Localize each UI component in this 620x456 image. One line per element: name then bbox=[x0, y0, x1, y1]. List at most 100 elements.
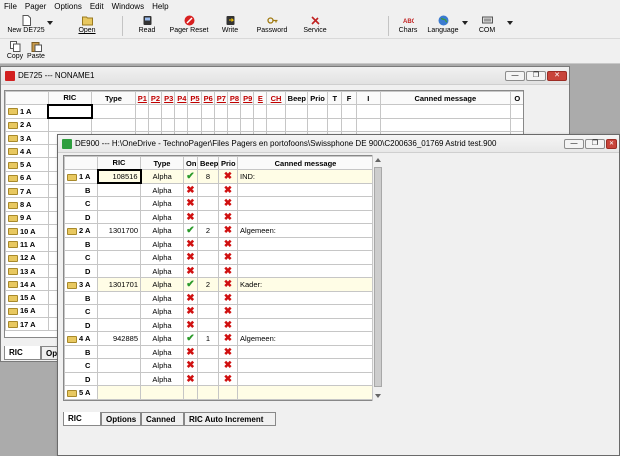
grid-cell[interactable] bbox=[91, 117, 136, 132]
grid-cell[interactable] bbox=[379, 117, 511, 132]
cross-icon[interactable]: ✖ bbox=[218, 236, 238, 252]
canned-message-cell[interactable] bbox=[237, 358, 374, 373]
type-cell[interactable]: Alpha bbox=[140, 236, 184, 252]
ric-cell[interactable] bbox=[97, 209, 141, 225]
row-header[interactable]: 10 A bbox=[5, 223, 49, 239]
cross-icon[interactable]: ✖ bbox=[183, 209, 198, 225]
cross-icon[interactable]: ✖ bbox=[183, 358, 198, 373]
tab-options[interactable]: Options bbox=[101, 412, 141, 426]
canned-message-cell[interactable] bbox=[237, 196, 374, 211]
grid-cell[interactable] bbox=[379, 104, 511, 119]
beep-cell[interactable] bbox=[197, 317, 219, 333]
row-header[interactable]: 4 A bbox=[64, 331, 98, 346]
cross-icon[interactable]: ✖ bbox=[218, 169, 238, 184]
grid-cell[interactable] bbox=[134, 117, 149, 132]
tab-canned[interactable]: Canned bbox=[141, 412, 184, 426]
grid-cell[interactable] bbox=[266, 117, 286, 132]
ric-cell[interactable] bbox=[97, 344, 141, 360]
row-header[interactable]: 1 A bbox=[64, 169, 98, 184]
grid-cell[interactable] bbox=[174, 104, 189, 119]
cross-icon[interactable]: ✖ bbox=[218, 371, 238, 387]
ric-cell[interactable]: 1301701 bbox=[97, 277, 141, 292]
menu-pager[interactable]: Pager bbox=[21, 0, 50, 13]
canned-message-cell[interactable] bbox=[237, 344, 374, 360]
canned-message-cell[interactable] bbox=[237, 290, 374, 306]
check-icon[interactable]: ✔ bbox=[183, 331, 198, 346]
new-dropdown-arrow[interactable] bbox=[47, 21, 53, 25]
check-icon[interactable]: ✔ bbox=[183, 169, 198, 184]
row-header[interactable]: 12 A bbox=[5, 250, 49, 265]
canned-message-cell[interactable]: Algemeen: bbox=[237, 331, 374, 346]
type-cell[interactable]: Alpha bbox=[140, 223, 184, 238]
copy-button[interactable]: Copy bbox=[6, 40, 24, 64]
tab-ric[interactable]: RIC bbox=[63, 412, 101, 426]
grid-cell[interactable] bbox=[266, 104, 286, 119]
grid-cell[interactable] bbox=[240, 104, 255, 119]
de725-title-bar[interactable]: DE725 --- NONAME1 — ❐ ✕ bbox=[1, 67, 569, 85]
grid-cell[interactable] bbox=[226, 104, 242, 119]
cross-icon[interactable]: ✖ bbox=[183, 182, 198, 198]
row-header[interactable]: D bbox=[64, 209, 98, 225]
grid-cell[interactable] bbox=[341, 117, 357, 132]
type-cell[interactable]: Alpha bbox=[140, 209, 184, 225]
ric-cell[interactable] bbox=[97, 317, 141, 333]
cross-icon[interactable]: ✖ bbox=[183, 196, 198, 211]
read-button[interactable]: Read bbox=[136, 14, 158, 38]
cross-icon[interactable]: ✖ bbox=[183, 263, 198, 279]
minimize-button[interactable]: — bbox=[564, 139, 584, 149]
beep-cell[interactable]: 2 bbox=[197, 277, 219, 292]
type-cell[interactable]: Alpha bbox=[140, 344, 184, 360]
ric-cell[interactable] bbox=[97, 290, 141, 306]
grid-cell[interactable] bbox=[284, 117, 308, 132]
ric-cell[interactable] bbox=[97, 182, 141, 198]
row-header[interactable]: 5 A bbox=[64, 385, 98, 400]
tab-ric[interactable]: RIC bbox=[4, 346, 41, 360]
row-header[interactable]: 6 A bbox=[5, 170, 49, 186]
row-header[interactable]: 2 A bbox=[5, 117, 49, 132]
language-button[interactable]: Language bbox=[426, 14, 460, 38]
ric-cell[interactable] bbox=[97, 263, 141, 279]
row-header[interactable]: 3 A bbox=[5, 130, 49, 146]
grid-cell[interactable] bbox=[253, 104, 268, 119]
grid-cell[interactable] bbox=[161, 104, 176, 119]
paste-button[interactable]: Paste bbox=[26, 40, 46, 64]
row-header[interactable]: B bbox=[64, 344, 98, 360]
check-icon[interactable]: ✔ bbox=[183, 277, 198, 292]
write-button[interactable]: Write bbox=[218, 14, 242, 38]
row-header[interactable]: 7 A bbox=[5, 184, 49, 199]
beep-cell[interactable] bbox=[197, 371, 219, 387]
type-cell[interactable]: Alpha bbox=[140, 371, 184, 387]
beep-cell[interactable] bbox=[197, 196, 219, 211]
cross-icon[interactable]: ✖ bbox=[183, 304, 198, 319]
canned-message-cell[interactable]: Kader: bbox=[237, 277, 374, 292]
beep-cell[interactable] bbox=[197, 290, 219, 306]
ric-cell[interactable] bbox=[97, 358, 141, 373]
row-header[interactable]: C bbox=[64, 250, 98, 265]
beep-cell[interactable]: 1 bbox=[197, 331, 219, 346]
row-header[interactable]: B bbox=[64, 182, 98, 198]
cross-icon[interactable]: ✖ bbox=[218, 263, 238, 279]
grid-cell[interactable] bbox=[355, 104, 381, 119]
grid-cell[interactable] bbox=[161, 117, 176, 132]
grid-cell[interactable] bbox=[218, 385, 238, 400]
type-cell[interactable]: Alpha bbox=[140, 196, 184, 211]
ric-cell[interactable] bbox=[97, 304, 141, 319]
grid-cell[interactable] bbox=[174, 117, 189, 132]
grid-cell[interactable] bbox=[341, 104, 357, 119]
de900-title-bar[interactable]: DE900 --- H:\OneDrive - TechnoPager\File… bbox=[58, 135, 619, 153]
type-cell[interactable]: Alpha bbox=[140, 304, 184, 319]
row-header[interactable]: 8 A bbox=[5, 197, 49, 212]
minimize-button[interactable]: — bbox=[505, 71, 525, 81]
beep-cell[interactable]: 2 bbox=[197, 223, 219, 238]
canned-message-cell[interactable] bbox=[237, 304, 374, 319]
menu-file[interactable]: File bbox=[0, 0, 21, 13]
grid-cell[interactable] bbox=[187, 117, 202, 132]
cross-icon[interactable]: ✖ bbox=[218, 209, 238, 225]
grid-cell[interactable] bbox=[509, 104, 523, 119]
restore-button[interactable]: ❐ bbox=[526, 71, 546, 81]
grid-cell[interactable] bbox=[509, 117, 523, 132]
close-button[interactable]: ✕ bbox=[547, 71, 567, 81]
vertical-scrollbar[interactable] bbox=[372, 155, 383, 401]
grid-cell[interactable] bbox=[327, 117, 343, 132]
cross-icon[interactable]: ✖ bbox=[218, 331, 238, 346]
